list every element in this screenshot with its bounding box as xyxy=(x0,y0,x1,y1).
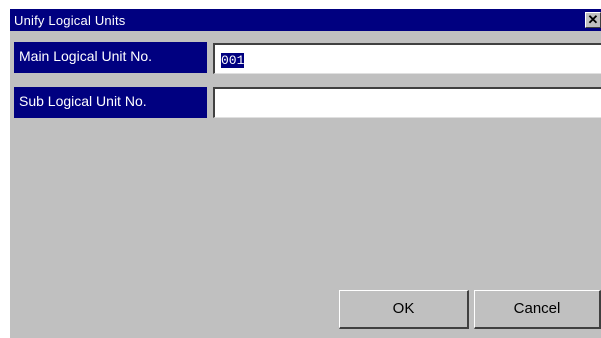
cancel-button[interactable]: Cancel xyxy=(474,290,601,329)
dialog-title: Unify Logical Units xyxy=(14,13,126,28)
sub-logical-unit-input[interactable] xyxy=(213,87,601,118)
main-logical-unit-value: 001 xyxy=(221,53,245,68)
close-icon[interactable]: ✕ xyxy=(585,12,601,28)
sub-logical-unit-label: Sub Logical Unit No. xyxy=(14,87,207,118)
main-logical-unit-label: Main Logical Unit No. xyxy=(14,42,207,73)
ok-button[interactable]: OK xyxy=(339,290,469,329)
title-bar[interactable]: Unify Logical Units ✕ xyxy=(10,9,601,31)
main-logical-unit-input[interactable]: 001 xyxy=(213,43,601,74)
unify-logical-units-dialog: Unify Logical Units ✕ Main Logical Unit … xyxy=(10,9,601,338)
